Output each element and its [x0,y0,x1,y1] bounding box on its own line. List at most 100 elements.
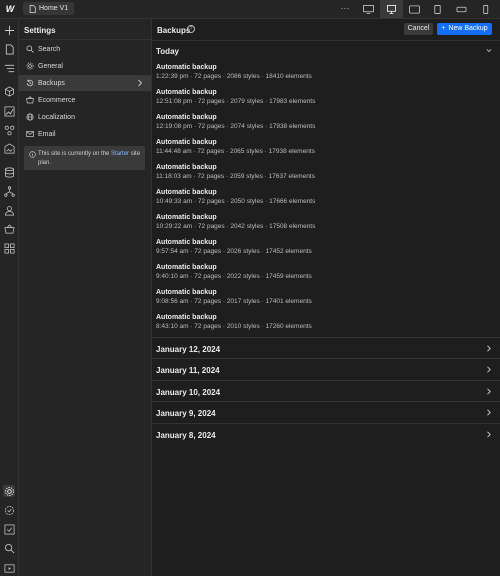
backup-item[interactable]: Automatic backup 10:49:33 am · 72 pages … [156,188,486,212]
date-group-row[interactable]: January 12, 2024 [152,337,500,358]
settings-nav-general[interactable]: General [19,58,151,74]
date-group-row[interactable]: January 11, 2024 [152,358,500,379]
date-group-label: January 10, 2024 [156,388,221,397]
plus-icon: + [441,25,446,32]
logic-button[interactable] [3,185,15,197]
chevron-right-icon [487,431,491,438]
image-icon [4,142,14,153]
backup-meta: 12:19:08 pm · 72 pages · 2074 styles · 1… [156,123,316,130]
nav-label: Search [38,45,61,53]
chevron-right-icon [138,79,143,87]
assets-button[interactable] [3,142,15,154]
cart-icon [3,223,15,234]
gear-icon [4,486,14,496]
breakpoint-large-desktop-button[interactable] [357,0,380,18]
page-selector[interactable]: Home V1 [23,2,75,15]
backup-item[interactable]: Automatic backup 8:43:10 am · 72 pages ·… [156,313,486,337]
date-group-label: January 8, 2024 [156,431,216,440]
tablet-icon [434,4,441,14]
backup-meta: 9:40:10 am · 72 pages · 2022 styles · 17… [156,273,312,280]
nav-label: Email [38,130,56,138]
style-selectors-button[interactable] [3,124,15,136]
backup-meta: 1:22:39 pm · 72 pages · 2086 styles · 18… [156,73,312,80]
breakpoint-tablet-button[interactable] [426,0,449,18]
settings-nav-email[interactable]: Email [19,126,151,142]
mobile-landscape-icon [456,6,467,12]
backup-item[interactable]: Automatic backup 9:08:56 am · 72 pages ·… [156,288,486,312]
settings-panel: Settings Search General Backups Ecommerc… [19,19,152,576]
info-icon [29,151,36,158]
new-backup-label: New Backup [448,25,488,32]
backup-item[interactable]: Automatic backup 11:44:48 am · 72 pages … [156,138,486,162]
backup-item[interactable]: Automatic backup 11:18:03 am · 72 pages … [156,163,486,187]
help-icon[interactable]: ? [187,25,195,33]
today-section-header[interactable]: Today [152,41,500,61]
pages-button[interactable] [3,43,15,55]
variables-button[interactable] [3,105,15,117]
backup-item[interactable]: Automatic backup 9:57:54 am · 72 pages ·… [156,238,486,262]
users-button[interactable] [3,204,15,216]
search-icon [4,543,14,553]
audit-icon [4,505,14,515]
webflow-logo[interactable]: W [4,3,16,15]
check-box-icon [4,524,14,534]
backup-title: Automatic backup [156,189,217,196]
backup-meta: 9:57:54 am · 72 pages · 2026 styles · 17… [156,248,312,255]
settings-nav-backups[interactable]: Backups [19,75,151,91]
publish-checklist-button[interactable] [3,523,15,535]
starter-plan-link[interactable]: Starter [111,151,129,157]
ecommerce-button[interactable] [3,223,15,235]
breakpoint-mobile-button[interactable] [474,0,497,18]
video-icon [4,563,14,573]
backup-title: Automatic backup [156,214,217,221]
video-tutorials-button[interactable] [3,562,15,574]
backup-meta: 11:44:48 am · 72 pages · 2065 styles · 1… [156,148,315,155]
backups-panel: Backups ? Cancel + New Backup Today Auto… [152,19,500,576]
settings-nav-search[interactable]: Search [19,41,151,57]
page-icon [29,4,36,13]
search-icon [26,45,34,53]
date-group-row[interactable]: January 10, 2024 [152,380,500,401]
settings-title: Settings [24,26,56,35]
components-button[interactable] [3,85,15,97]
gear-icon [26,62,34,70]
more-options-button[interactable]: ··· [339,3,351,15]
date-group-row[interactable]: January 8, 2024 [152,423,500,444]
chevron-right-icon [487,388,491,395]
settings-nav-localization[interactable]: Localization [19,109,151,125]
mobile-icon [483,4,489,14]
settings-button[interactable] [3,485,15,497]
breakpoint-desktop-button[interactable] [380,0,403,18]
breakpoint-mobile-landscape-button[interactable] [450,0,473,18]
date-group-row[interactable]: January 9, 2024 [152,401,500,422]
navigator-button[interactable] [3,62,15,74]
cart-icon [26,96,34,104]
audit-button[interactable] [3,504,15,516]
cancel-button[interactable]: Cancel [404,23,433,35]
backup-title: Automatic backup [156,314,217,321]
new-backup-button[interactable]: + New Backup [437,23,492,35]
chevron-down-icon [486,49,492,53]
cms-button[interactable] [3,166,15,178]
backup-item[interactable]: Automatic backup 12:19:08 pm · 72 pages … [156,113,486,137]
backup-title: Automatic backup [156,289,217,296]
backup-meta: 8:43:10 am · 72 pages · 2010 styles · 17… [156,323,312,330]
nav-label: General [38,62,63,70]
backup-item[interactable]: Automatic backup 12:51:08 pm · 72 pages … [156,88,486,112]
top-bar: W Home V1 ··· [0,0,500,19]
backups-header: Backups ? Cancel + New Backup [152,19,500,41]
plan-notice-text: This site is currently on the Starter si… [38,150,142,168]
add-elements-button[interactable] [3,24,15,36]
history-icon [26,79,34,87]
backup-title: Automatic backup [156,114,217,121]
settings-nav-ecommerce[interactable]: Ecommerce [19,92,151,108]
backup-item[interactable]: Automatic backup 10:29:22 am · 72 pages … [156,213,486,237]
backup-meta: 12:51:08 pm · 72 pages · 2079 styles · 1… [156,98,316,105]
date-group-label: January 12, 2024 [156,345,221,354]
breakpoint-tablet-landscape-button[interactable] [403,0,426,18]
apps-button[interactable] [3,242,15,254]
backup-item[interactable]: Automatic backup 9:40:10 am · 72 pages ·… [156,263,486,287]
backup-item[interactable]: Automatic backup 1:22:39 pm · 72 pages ·… [156,63,486,87]
find-button[interactable] [3,542,15,554]
apps-icon [4,243,14,253]
